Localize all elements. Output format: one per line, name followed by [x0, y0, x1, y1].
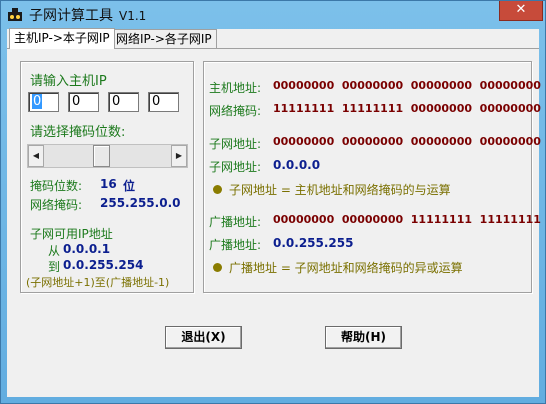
app-window: 子网计算工具 V1.1 ✕ 主机IP->本子网IP 网络IP->各子网IP 请输入…: [0, 0, 546, 404]
netmask-label: 网络掩码:: [30, 198, 83, 212]
ip-octet-2-value: 0: [72, 94, 81, 109]
result-panel: 主机地址: 00000000 00000000 00000000 0000000…: [203, 61, 541, 293]
ip-octet-2-input[interactable]: 0: [68, 92, 99, 112]
ip-octet-4-value: 0: [152, 94, 161, 109]
subnet-label: 子网地址:: [209, 160, 262, 174]
subnet-value: 0.0.0.0: [273, 158, 321, 172]
host-addr-bits: 00000000 00000000 00000000 00000000: [273, 79, 541, 92]
to-label: 到: [48, 260, 61, 274]
ip-octet-1-value: 0: [32, 94, 43, 109]
mask-bits-scrollbar[interactable]: ◀ ▶: [27, 144, 188, 168]
netmask-bin-label: 网络掩码:: [209, 104, 262, 118]
ip-octet-3-input[interactable]: 0: [108, 92, 139, 112]
host-input-panel: 请输入主机IP 0 0 0 0 请选择掩码位数: ◀ ▶ 掩码位数: 16 位 …: [20, 61, 194, 293]
usable-to-value: 0.0.255.254: [63, 258, 144, 272]
exit-button[interactable]: 退出(X): [165, 326, 242, 349]
window-version: V1.1: [119, 9, 147, 23]
mask-bits-unit: 位: [123, 179, 136, 193]
bullet-icon: [213, 263, 222, 272]
range-note: (子网地址+1)至(广播地址-1): [26, 276, 170, 289]
broadcast-label: 广播地址:: [209, 238, 262, 252]
ip-octet-4-input[interactable]: 0: [148, 92, 179, 112]
scroll-right-button[interactable]: ▶: [171, 145, 187, 167]
window-title-text: 子网计算工具: [29, 8, 113, 24]
netmask-value: 255.255.0.0: [100, 196, 181, 210]
app-icon: [8, 8, 22, 21]
broadcast-value: 0.0.255.255: [273, 236, 354, 250]
subnet-formula: 子网地址 = 主机地址和网络掩码的与运算: [229, 183, 451, 197]
from-label: 从: [48, 244, 61, 258]
usable-from-value: 0.0.0.1: [63, 242, 111, 256]
broadcast-addr-bits: 00000000 00000000 11111111 11111111: [273, 213, 541, 226]
ip-octet-1-input[interactable]: 0: [28, 92, 59, 112]
title-bar[interactable]: 子网计算工具 V1.1 ✕: [1, 1, 545, 29]
mask-select-label: 请选择掩码位数:: [30, 125, 126, 140]
help-button[interactable]: 帮助(H): [325, 326, 402, 349]
client-area: 主机IP->本子网IP 网络IP->各子网IP 请输入主机IP 0 0 0 0 …: [7, 28, 541, 397]
scroll-thumb[interactable]: [93, 145, 110, 167]
close-button[interactable]: ✕: [499, 1, 543, 21]
netmask-bits: 11111111 11111111 00000000 00000000: [273, 102, 541, 115]
scroll-left-icon: ◀: [32, 151, 40, 160]
scroll-right-icon: ▶: [175, 151, 183, 160]
scroll-left-button[interactable]: ◀: [28, 145, 44, 167]
mask-bits-label: 掩码位数:: [30, 179, 83, 193]
subnet-addr-bin-label: 子网地址:: [209, 137, 262, 151]
close-icon: ✕: [515, 2, 527, 17]
ip-octet-3-value: 0: [112, 94, 121, 109]
window-title: 子网计算工具 V1.1: [29, 5, 146, 25]
broadcast-addr-bin-label: 广播地址:: [209, 215, 262, 229]
tab-host-to-subnet[interactable]: 主机IP->本子网IP: [9, 28, 115, 49]
usable-range-title: 子网可用IP地址: [30, 227, 113, 241]
broadcast-formula: 广播地址 = 子网地址和网络掩码的异或运算: [229, 261, 463, 275]
mask-bits-value: 16: [100, 177, 117, 191]
host-ip-label: 请输入主机IP: [30, 74, 107, 89]
bullet-icon: [213, 185, 222, 194]
host-addr-label: 主机地址:: [209, 81, 262, 95]
tab-network-to-subnets[interactable]: 网络IP->各子网IP: [111, 29, 217, 48]
subnet-addr-bits: 00000000 00000000 00000000 00000000: [273, 135, 541, 148]
